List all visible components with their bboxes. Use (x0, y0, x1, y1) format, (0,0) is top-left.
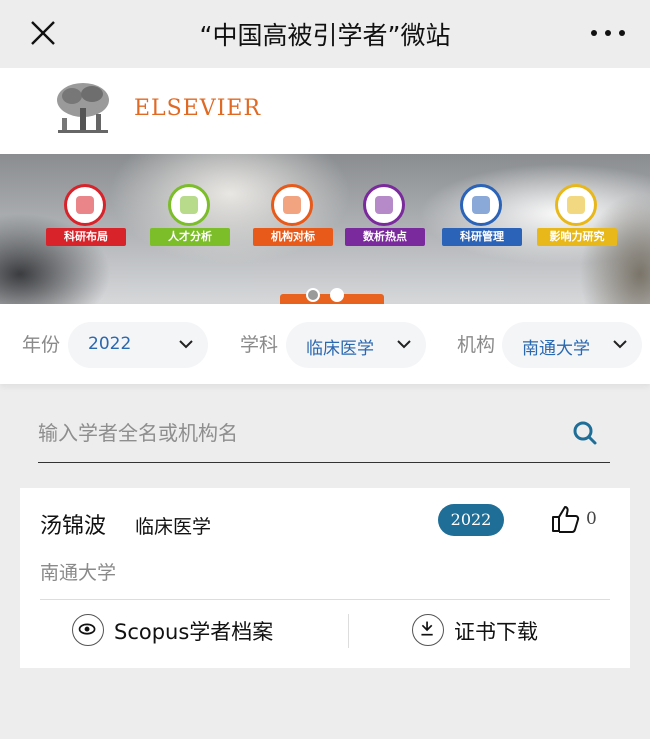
year-badge: 2022 (438, 504, 504, 536)
more-icon[interactable] (588, 22, 628, 44)
tile-icon (460, 184, 502, 226)
tile-label: 人才分析 (150, 228, 230, 246)
logo-area: ELSEVIER (0, 68, 650, 154)
scholar-field: 临床医学 (135, 516, 212, 538)
top-bar: “中国高被引学者”微站 (0, 0, 650, 68)
tile-icon (555, 184, 597, 226)
org-label: 机构 (457, 334, 496, 356)
eye-icon (72, 614, 104, 646)
tile-icon (168, 184, 210, 226)
scholar-institution: 南通大学 (40, 562, 117, 584)
subject-label: 学科 (240, 334, 279, 356)
certificate-download-label: 证书下载 (454, 620, 538, 644)
year-select[interactable]: 2022 (68, 322, 208, 368)
action-divider (348, 614, 349, 648)
banner-tile-6[interactable]: 影响力研究 (537, 182, 617, 248)
tile-icon (271, 184, 313, 226)
chevron-down-icon (179, 340, 193, 349)
tile-label: 科研管理 (442, 228, 522, 246)
carousel-indicator (280, 288, 384, 304)
scopus-profile-label: Scopus学者档案 (114, 620, 274, 644)
year-value: 2022 (88, 334, 132, 354)
search-bar (38, 408, 610, 463)
scopus-profile-button[interactable]: Scopus学者档案 (72, 614, 312, 648)
search-input[interactable] (38, 408, 558, 458)
org-select[interactable]: 南通大学 (502, 322, 642, 368)
divider (40, 599, 610, 600)
banner-tile-4[interactable]: 数析热点 (345, 182, 425, 248)
scholar-card[interactable]: 汤锦波 临床医学 2022 0 南通大学 Scopus学者档案 证书下载 (20, 488, 630, 668)
year-label: 年份 (22, 334, 61, 356)
banner-carousel[interactable]: 科研布局 人才分析 机构对标 数析热点 科研管理 影响力研究 (0, 154, 650, 304)
elsevier-wordmark: ELSEVIER (134, 96, 262, 121)
search-icon[interactable] (572, 420, 598, 446)
elsevier-tree-logo (50, 80, 116, 138)
download-icon (412, 614, 444, 646)
tile-label: 科研布局 (46, 228, 126, 246)
tile-label: 影响力研究 (537, 228, 617, 246)
thumbs-up-icon[interactable] (550, 504, 580, 534)
chevron-down-icon (397, 340, 411, 349)
chevron-down-icon (613, 340, 627, 349)
page-title: “中国高被引学者”微站 (199, 21, 451, 50)
filter-bar: 年份 2022 学科 临床医学 机构 南通大学 (0, 304, 650, 384)
carousel-dot-1[interactable] (306, 288, 320, 302)
org-value: 南通大学 (522, 339, 590, 359)
like-count: 0 (586, 509, 597, 529)
banner-tile-2[interactable]: 人才分析 (150, 182, 230, 248)
tile-icon (363, 184, 405, 226)
subject-select[interactable]: 临床医学 (286, 322, 426, 368)
banner-tile-3[interactable]: 机构对标 (253, 182, 333, 248)
tile-icon (64, 184, 106, 226)
subject-value: 临床医学 (306, 339, 374, 359)
carousel-dot-2[interactable] (330, 288, 344, 302)
banner-tile-5[interactable]: 科研管理 (442, 182, 522, 248)
certificate-download-button[interactable]: 证书下载 (412, 614, 562, 648)
tile-label: 数析热点 (345, 228, 425, 246)
scholar-name: 汤锦波 (40, 514, 107, 539)
tile-label: 机构对标 (253, 228, 333, 246)
banner-tile-1[interactable]: 科研布局 (46, 182, 126, 248)
